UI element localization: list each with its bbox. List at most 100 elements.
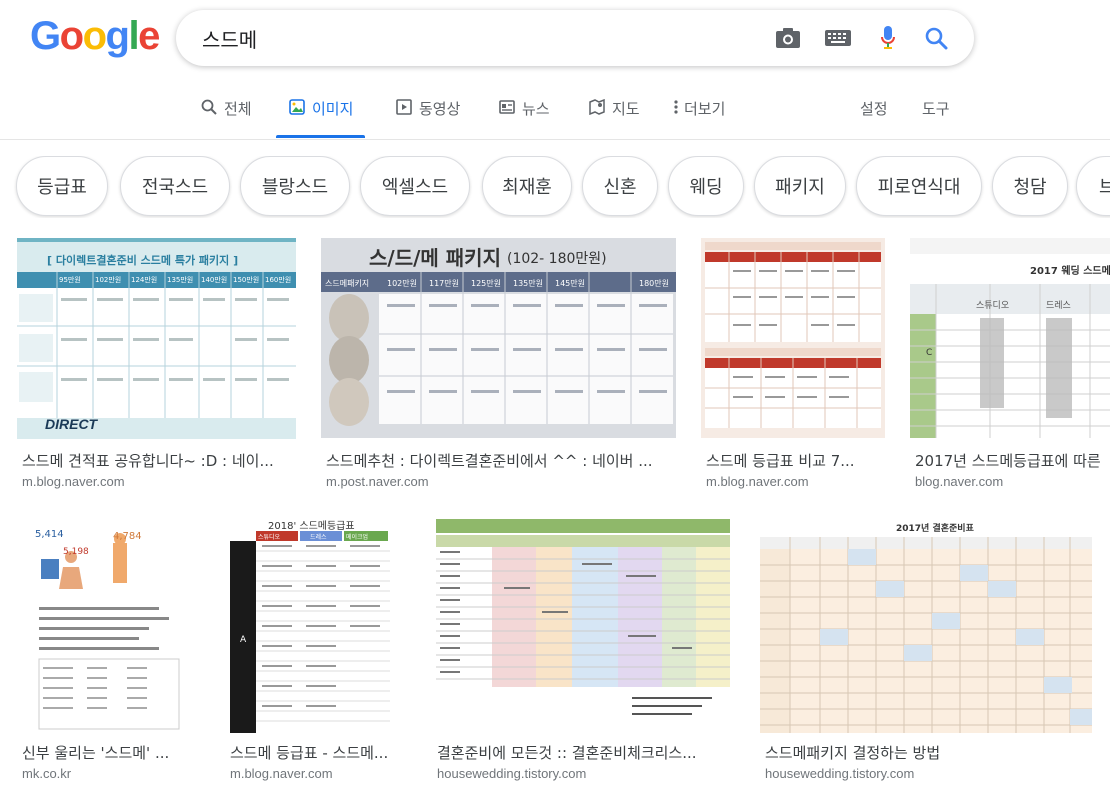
package-table-thumbnail (17, 238, 296, 439)
thumbnail-heading: 2017 웨딩 스드메 (1030, 266, 1110, 277)
result-source[interactable]: m.blog.naver.com (230, 766, 333, 781)
result-source[interactable]: m.blog.naver.com (22, 474, 125, 489)
search-input[interactable] (202, 20, 762, 56)
chip-label: 전국스드 (141, 177, 209, 198)
chip[interactable]: 웨딩 (668, 156, 744, 216)
logo-letter: e (138, 14, 160, 58)
result-image[interactable]: [ 다이렉트결혼준비 스드메 특가 패키지 ] 95만원 102만원 124만원… (17, 238, 296, 439)
result-title[interactable]: 스드메 등급표 비교 7... (706, 450, 886, 471)
camera-icon[interactable] (774, 24, 802, 52)
thumbnail-price: 스드메패키지 (325, 279, 370, 288)
thumbnail-price: 124만원 (131, 276, 158, 284)
thumbnail-price: 135만원 (513, 279, 543, 288)
result-title[interactable]: 스드메추천 : 다이렉트결혼준비에서 ^^ : 네이버 ... (326, 450, 676, 471)
search-icon[interactable] (922, 24, 950, 52)
result-title[interactable]: 스드메 등급표 - 스드메... (230, 742, 410, 763)
map-icon (588, 98, 606, 116)
chip[interactable]: 최재훈 (482, 156, 572, 216)
result-image[interactable] (432, 517, 734, 733)
thumbnail-heading: 2018' 스드메등급표 (268, 521, 355, 532)
microphone-icon[interactable] (874, 24, 902, 52)
tools-link[interactable]: 도구 (922, 90, 950, 138)
search-box (176, 10, 974, 66)
thumbnail-price: 125만원 (471, 279, 501, 288)
thumbnail-value: 4,784 (113, 531, 142, 542)
result-source[interactable]: housewedding.tistory.com (765, 766, 914, 781)
checklist-thumbnail (432, 517, 734, 733)
chip[interactable]: 블랑스드 (240, 156, 350, 216)
thumbnail-price: 117만원 (429, 279, 459, 288)
tab-news[interactable]: 뉴스 (498, 90, 550, 138)
result-image[interactable]: 2017년 결혼준비표 (760, 517, 1092, 733)
thumbnail-price: 180만원 (639, 279, 669, 288)
chip[interactable]: 엑셀스드 (360, 156, 470, 216)
tab-maps[interactable]: 지도 (588, 90, 640, 138)
tab-label: 더보기 (684, 100, 726, 118)
result-title[interactable]: 결혼준비에 모든것 :: 결혼준비체크리스... (437, 742, 737, 763)
tab-label: 뉴스 (522, 100, 550, 118)
logo-letter: g (105, 14, 130, 58)
thumbnail-subheading: (102- 180만원) (507, 251, 607, 267)
chip[interactable]: 청담 (992, 156, 1068, 216)
chip[interactable]: 패키지 (754, 156, 846, 216)
keyboard-icon[interactable] (824, 24, 852, 52)
chip-label: 피로연식대 (877, 177, 961, 198)
result-image[interactable] (701, 238, 885, 438)
result-source[interactable]: m.post.naver.com (326, 474, 429, 489)
thumbnail-price: 150만원 (233, 276, 260, 284)
tab-videos[interactable]: 동영상 (395, 90, 460, 138)
tab-images[interactable]: 이미지 (275, 90, 366, 138)
result-source[interactable]: mk.co.kr (22, 766, 71, 781)
thumbnail-label: 스튜디오 (976, 301, 1010, 311)
thumbnail-value: 5,414 (35, 529, 64, 540)
thumbnail-header: 메이크업 (346, 534, 369, 541)
logo-letter: l (128, 14, 139, 58)
result-title[interactable]: 스드메패키지 결정하는 방법 (765, 742, 1095, 763)
result-source[interactable]: blog.naver.com (915, 474, 1003, 489)
news-icon (498, 98, 516, 116)
thumbnail-label: A (240, 635, 247, 645)
result-image[interactable]: 스/드/메 패키지 (102- 180만원) 스드메패키지 102만원 117만… (321, 238, 676, 438)
header: Google 전체 이미지 동영상 뉴스 (0, 0, 1110, 140)
chip-label: 블랑스드 (261, 177, 329, 198)
tab-all[interactable]: 전체 (200, 90, 252, 138)
thumbnail-header: 스튜디오 (258, 534, 281, 541)
tab-label: 동영상 (419, 100, 461, 118)
result-image[interactable]: 2017 웨딩 스드메 스튜디오 드레스 C (910, 238, 1110, 438)
result-title[interactable]: 신부 울리는 '스드메' ... (22, 742, 202, 763)
thumbnail-price: 102만원 (387, 279, 417, 288)
tab-label: 이미지 (312, 100, 354, 118)
chip[interactable]: 브 (1076, 156, 1110, 216)
chip-label: 패키지 (775, 177, 825, 198)
tab-more[interactable]: 더보기 (672, 90, 725, 138)
related-search-chips: 등급표 전국스드 블랑스드 엑셀스드 최재훈 신혼 웨딩 패키지 피로연식대 청… (0, 156, 1110, 218)
tools-label: 도구 (922, 100, 950, 118)
thumbnail-price: 140만원 (201, 276, 228, 284)
thumbnail-value: 5,198 (63, 547, 89, 557)
result-image[interactable]: 5,414 4,784 5,198 (17, 517, 200, 733)
more-vert-icon (672, 98, 680, 116)
result-title[interactable]: 2017년 스드메등급표에 따른 (915, 450, 1110, 471)
settings-link[interactable]: 설정 (860, 90, 888, 138)
thumbnail-heading: 스/드/메 패키지 (369, 246, 501, 270)
grade-table-thumbnail (701, 238, 885, 438)
grade-list-thumbnail (230, 517, 408, 733)
schedule-table-thumbnail (760, 517, 1092, 733)
tab-label: 지도 (612, 100, 640, 118)
chip-label: 신혼 (603, 177, 637, 198)
logo-letter: o (82, 14, 107, 58)
result-source[interactable]: housewedding.tistory.com (437, 766, 586, 781)
thumbnail-price: 95만원 (59, 276, 81, 284)
chip[interactable]: 신혼 (582, 156, 658, 216)
thumbnail-heading: 2017년 결혼준비표 (896, 524, 974, 534)
chip-label: 등급표 (37, 177, 87, 198)
chip[interactable]: 전국스드 (120, 156, 230, 216)
google-logo[interactable]: Google (30, 14, 160, 59)
thumbnail-price: 145만원 (555, 279, 585, 288)
result-title[interactable]: 스드메 견적표 공유합니다~ :D : 네이... (22, 450, 302, 471)
chip[interactable]: 피로연식대 (856, 156, 982, 216)
chip[interactable]: 등급표 (16, 156, 108, 216)
chip-label: 엑셀스드 (381, 177, 449, 198)
result-source[interactable]: m.blog.naver.com (706, 474, 809, 489)
result-image[interactable]: 2018' 스드메등급표 스튜디오 드레스 메이크업 A (230, 517, 408, 733)
